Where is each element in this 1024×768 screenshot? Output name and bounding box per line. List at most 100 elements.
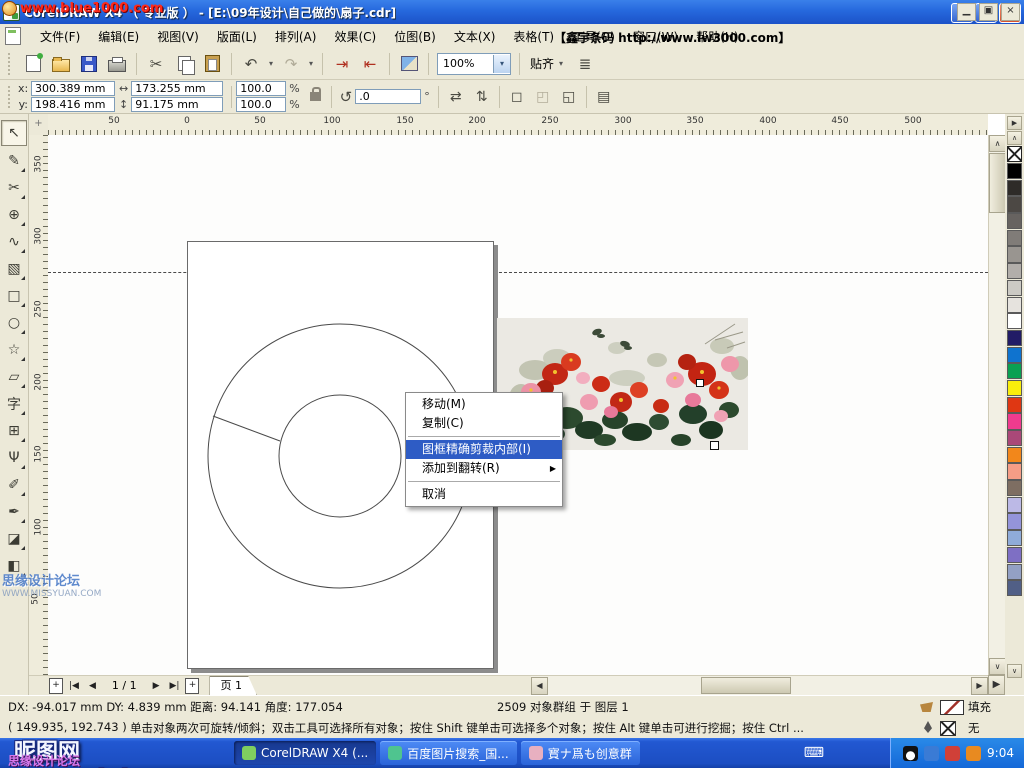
scroll-up-button[interactable]: ∧ — [989, 135, 1006, 152]
menu-item[interactable]: 版面(L) — [208, 25, 266, 48]
vertical-scroll-thumb[interactable] — [989, 153, 1006, 213]
color-swatch[interactable] — [1007, 313, 1022, 329]
color-swatch[interactable] — [1007, 413, 1022, 429]
outline-tool[interactable]: ✒ — [2, 500, 26, 524]
undo-button[interactable]: ↶ — [238, 51, 264, 77]
eyedropper-tool[interactable]: ✐ — [2, 473, 26, 497]
color-swatch[interactable] — [1007, 230, 1022, 246]
doc-restore-button[interactable]: ▣ — [979, 3, 998, 21]
outline-color-swatch[interactable] — [940, 721, 956, 736]
menu-item[interactable]: 位图(B) — [385, 25, 445, 48]
chevron-down-icon[interactable]: ▾ — [493, 55, 510, 73]
cut-button[interactable]: ✂ — [143, 51, 169, 77]
horizontal-scrollbar[interactable]: ◀ ▶ — [531, 675, 988, 696]
context-menu-item-powerclip-inside[interactable]: 图框精确剪裁内部(I) — [406, 440, 562, 459]
horizontal-ruler[interactable]: 50 0 50 100 150 200 250 300 350 400 450 … — [48, 114, 988, 136]
toolbar-grip[interactable] — [8, 86, 14, 108]
context-menu-item-copy[interactable]: 复制(C) — [406, 414, 562, 433]
scale-h-field[interactable]: 100.0 — [236, 81, 286, 96]
application-launcher-button[interactable] — [396, 51, 422, 77]
messenger-icon[interactable] — [924, 746, 939, 761]
rotation-angle-field[interactable]: .0 — [355, 89, 421, 104]
print-button[interactable] — [104, 51, 130, 77]
menu-item[interactable]: 排列(A) — [266, 25, 326, 48]
text-tool[interactable]: 字 — [2, 392, 26, 416]
scroll-right-button[interactable]: ▶ — [971, 677, 988, 695]
color-swatch[interactable] — [1007, 547, 1022, 563]
color-swatch[interactable] — [1007, 180, 1022, 196]
selection-handle[interactable] — [710, 441, 719, 450]
color-swatch[interactable] — [1007, 163, 1022, 179]
color-swatch[interactable] — [1007, 263, 1022, 279]
color-swatch[interactable] — [1007, 280, 1022, 296]
palette-flyout-button[interactable]: ▶ — [1007, 116, 1022, 130]
ungroup-all-button[interactable]: ◰ — [530, 84, 556, 110]
y-position-field[interactable]: 198.416 mm — [31, 97, 115, 112]
polygon-tool[interactable]: ☆ — [2, 338, 26, 362]
ellipse-tool[interactable]: ○ — [2, 311, 26, 335]
pick-tool[interactable]: ↖ — [1, 120, 27, 146]
redo-dropdown[interactable]: ▾ — [306, 59, 316, 68]
x-position-field[interactable]: 300.389 mm — [31, 81, 115, 96]
menu-item[interactable]: 文件(F) — [31, 25, 89, 48]
navigator-button[interactable]: ▶ — [988, 675, 1005, 695]
freehand-tool[interactable]: ∿ — [2, 230, 26, 254]
color-swatch[interactable] — [1007, 297, 1022, 313]
color-swatch[interactable] — [1007, 363, 1022, 379]
doc-minimize-button[interactable]: ▁ — [957, 3, 976, 21]
start-area[interactable]: 昵图网 www.nipic.com 思缘设计论坛 WWW.MISSYUAN.CO… — [0, 738, 230, 768]
color-swatch[interactable] — [1007, 463, 1022, 479]
color-swatch[interactable] — [1007, 564, 1022, 580]
options-button[interactable]: ≣ — [572, 51, 598, 77]
mirror-vertical-button[interactable]: ⇅ — [469, 84, 495, 110]
fill-color-swatch[interactable] — [940, 700, 964, 715]
copy-button[interactable] — [171, 51, 197, 77]
color-swatch[interactable] — [1007, 246, 1022, 262]
color-swatch[interactable] — [1007, 480, 1022, 496]
menu-item[interactable]: 视图(V) — [148, 25, 208, 48]
palette-scroll-up-button[interactable]: ∧ — [1007, 131, 1022, 145]
save-button[interactable] — [76, 51, 102, 77]
ungroup-button[interactable]: ◻ — [504, 84, 530, 110]
context-menu-item-move[interactable]: 移动(M) — [406, 395, 562, 414]
previous-page-button[interactable]: ◀ — [85, 681, 100, 691]
redo-button[interactable]: ↷ — [278, 51, 304, 77]
color-swatch[interactable] — [1007, 513, 1022, 529]
export-button[interactable]: ⇤ — [357, 51, 383, 77]
next-page-button[interactable]: ▶ — [149, 681, 164, 691]
undo-dropdown[interactable]: ▾ — [266, 59, 276, 68]
scroll-left-button[interactable]: ◀ — [531, 677, 548, 695]
qq-icon[interactable] — [903, 746, 918, 761]
crop-tool[interactable]: ✂ — [2, 176, 26, 200]
color-swatch[interactable] — [1007, 397, 1022, 413]
shape-tool[interactable]: ✎ — [2, 149, 26, 173]
scroll-down-button[interactable]: ∨ — [989, 658, 1006, 675]
first-page-button[interactable]: |◀ — [65, 681, 83, 691]
menu-item[interactable]: 文本(X) — [445, 25, 505, 48]
menu-item[interactable]: 效果(C) — [325, 25, 385, 48]
paste-button[interactable] — [199, 51, 225, 77]
vertical-scrollbar[interactable]: ∧ ∨ — [988, 135, 1006, 675]
zoom-level-select[interactable]: 100% ▾ — [437, 53, 511, 75]
task-baidu[interactable]: 百度图片搜索_国... — [380, 741, 516, 765]
basic-shapes-tool[interactable]: ▱ — [2, 365, 26, 389]
import-button[interactable]: ⇥ — [329, 51, 355, 77]
color-swatch[interactable] — [1007, 447, 1022, 463]
combine-button[interactable]: ◱ — [556, 84, 582, 110]
context-menu-item-cancel[interactable]: 取消 — [406, 485, 562, 504]
task-coreldraw[interactable]: CorelDRAW X4 (... — [234, 741, 376, 765]
color-swatch[interactable] — [1007, 196, 1022, 212]
color-swatch[interactable] — [1007, 330, 1022, 346]
color-swatch[interactable] — [1007, 380, 1022, 396]
dictionary-icon[interactable] — [966, 746, 981, 761]
object-height-field[interactable]: 91.175 mm — [131, 97, 223, 112]
smart-fill-tool[interactable]: ▧ — [2, 257, 26, 281]
object-width-field[interactable]: 173.255 mm — [131, 81, 223, 96]
ruler-origin[interactable]: + — [29, 114, 49, 136]
open-button[interactable] — [48, 51, 74, 77]
selection-handle[interactable] — [696, 379, 704, 387]
add-page-button[interactable]: + — [49, 678, 63, 694]
palette-scroll-down-button[interactable]: ∨ — [1007, 664, 1022, 678]
no-fill-swatch[interactable] — [1007, 146, 1022, 162]
horizontal-scroll-thumb[interactable] — [701, 677, 791, 694]
